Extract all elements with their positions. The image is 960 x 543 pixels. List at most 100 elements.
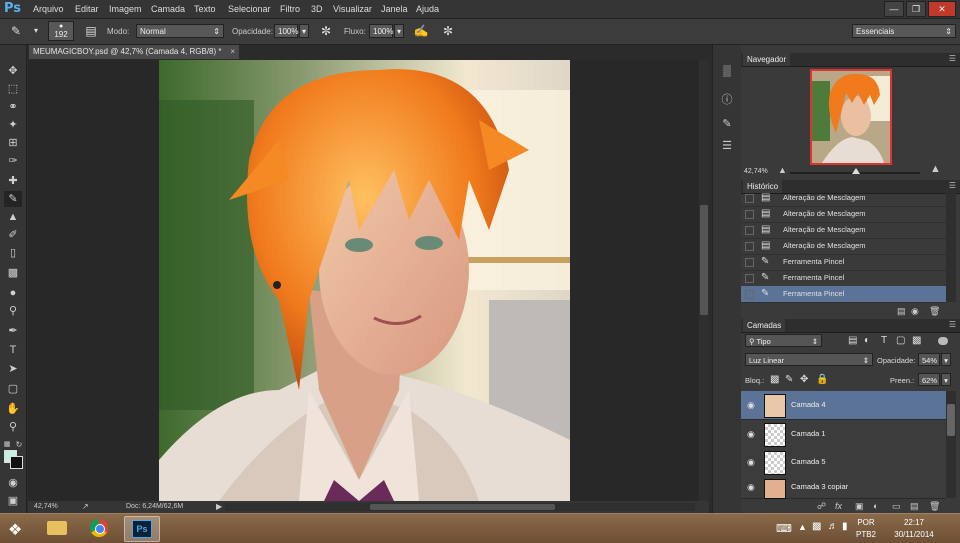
panel-menu-icon[interactable]: ☰ xyxy=(949,320,956,329)
workspace-select[interactable]: Essenciais ⇕ xyxy=(852,24,956,38)
crop-tool-icon[interactable]: ⊞ xyxy=(4,135,22,151)
history-checkbox[interactable] xyxy=(745,210,754,219)
fx-icon[interactable]: fx xyxy=(835,501,842,511)
history-checkbox[interactable] xyxy=(745,194,754,203)
layer-name[interactable]: Camada 1 xyxy=(791,429,826,438)
layer-name[interactable]: Camada 4 xyxy=(791,400,826,409)
pressure-opacity-icon[interactable]: ✼ xyxy=(318,23,334,39)
marquee-tool-icon[interactable]: ⬚ xyxy=(4,81,22,97)
brush-panel-icon[interactable]: ▤ xyxy=(83,23,99,39)
gradient-icon[interactable]: ▩ xyxy=(4,265,22,281)
chevron-down-icon[interactable]: ▾ xyxy=(28,23,44,39)
history-scrollbar[interactable] xyxy=(946,190,956,302)
layer-row[interactable]: ◉ Camada 1 xyxy=(741,420,946,449)
airbrush-icon[interactable]: ✍ xyxy=(413,23,429,39)
blur-tool-icon[interactable]: ● xyxy=(4,285,22,301)
keyboard-icon[interactable]: ⌨ xyxy=(776,522,792,535)
network-icon[interactable]: ▩ xyxy=(812,521,821,532)
type-filter-icon[interactable]: T xyxy=(881,335,887,346)
quick-select-icon[interactable]: ✦ xyxy=(4,117,22,133)
lasso-tool-icon[interactable]: ⚭ xyxy=(4,99,22,115)
lock-all-icon[interactable]: 🔒 xyxy=(816,374,828,385)
flow-input[interactable]: 100% xyxy=(369,24,393,38)
play-arrow-icon[interactable]: ▶ xyxy=(216,502,222,511)
brush-tool-icon[interactable]: ✎ xyxy=(4,191,22,207)
explorer-icon[interactable] xyxy=(40,516,74,540)
pressure-size-icon[interactable]: ✼ xyxy=(440,23,456,39)
type-tool-icon[interactable]: T xyxy=(4,342,22,358)
layer-opacity-input[interactable]: 54% xyxy=(918,353,940,366)
history-checkbox[interactable] xyxy=(745,242,754,251)
visibility-eye-icon[interactable]: ◉ xyxy=(747,400,755,411)
chevron-down-icon[interactable]: ▾ xyxy=(941,353,951,366)
history-item[interactable]: ✎ Ferramenta Pincel xyxy=(741,270,946,287)
history-checkbox[interactable] xyxy=(745,226,754,235)
history-item[interactable]: ✎ Ferramenta Pincel xyxy=(741,254,946,271)
volume-icon[interactable]: ♬ xyxy=(828,521,838,532)
brush-presets-icon[interactable]: ✎ xyxy=(718,117,736,133)
visibility-eye-icon[interactable]: ◉ xyxy=(747,429,755,440)
slider-knob[interactable] xyxy=(852,168,860,174)
adjustment-layer-icon[interactable]: ◐ xyxy=(873,501,878,511)
shape-tool-icon[interactable]: ▢ xyxy=(4,381,22,397)
lock-position-icon[interactable]: ✥ xyxy=(800,374,808,385)
layer-name[interactable]: Camada 3 copiar xyxy=(791,482,848,491)
hand-tool-icon[interactable]: ✋ xyxy=(4,401,22,417)
chrome-icon[interactable] xyxy=(82,516,116,540)
visibility-eye-icon[interactable]: ◉ xyxy=(747,482,755,493)
layer-row-selected[interactable]: ◉ Camada 4 xyxy=(741,391,946,420)
restore-icon[interactable]: ❐ xyxy=(906,1,926,17)
history-checkbox[interactable] xyxy=(745,290,754,299)
layer-name[interactable]: Camada 5 xyxy=(791,457,826,466)
zoom-tool-icon[interactable]: ⚲ xyxy=(4,419,22,435)
share-icon[interactable]: ↗ xyxy=(82,502,89,511)
photoshop-icon[interactable]: Ps xyxy=(124,516,160,542)
chevron-down-icon[interactable]: ▾ xyxy=(394,24,404,38)
menu-imagem[interactable]: Imagem xyxy=(109,4,142,14)
horizontal-scroll-thumb[interactable] xyxy=(370,504,555,510)
lock-transparent-icon[interactable]: ▩ xyxy=(770,374,779,385)
history-checkbox[interactable] xyxy=(745,274,754,283)
navigator-zoom[interactable]: 42,74% xyxy=(744,168,768,175)
history-item-selected[interactable]: ✎ Ferramenta Pincel xyxy=(741,286,946,303)
fill-input[interactable]: 62% xyxy=(918,373,940,386)
minimize-icon[interactable]: — xyxy=(884,1,904,17)
lock-image-icon[interactable]: ✎ xyxy=(785,374,793,385)
layer-row[interactable]: ◉ Camada 3 copiar xyxy=(741,476,946,499)
menu-ajuda[interactable]: Ajuda xyxy=(416,4,439,14)
artwork-canvas[interactable] xyxy=(159,60,570,501)
brush-preset-icon[interactable]: ✎ xyxy=(8,23,24,39)
zoom-out-icon[interactable]: ▲ xyxy=(778,165,787,175)
windows-start-icon[interactable]: ❖ xyxy=(8,520,22,540)
menu-3d[interactable]: 3D xyxy=(311,4,323,14)
opacity-input[interactable]: 100% xyxy=(274,24,298,38)
battery-icon[interactable]: ▮ xyxy=(842,521,848,532)
shape-filter-icon[interactable]: ▢ xyxy=(896,335,905,346)
adjustment-filter-icon[interactable]: ◐ xyxy=(864,335,870,346)
camera-icon[interactable]: ◉ xyxy=(911,306,919,317)
link-layers-icon[interactable]: ☍ xyxy=(817,501,826,512)
mode-select[interactable]: Normal ⇕ xyxy=(136,24,224,38)
healing-brush-icon[interactable]: ✚ xyxy=(4,173,22,189)
sliders-icon[interactable]: ☰ xyxy=(718,139,736,155)
move-tool-icon[interactable]: ✥ xyxy=(4,63,22,79)
trash-icon[interactable]: 🗑 xyxy=(929,501,940,512)
chevron-down-icon[interactable]: ▾ xyxy=(941,373,951,386)
folder-icon[interactable]: ▭ xyxy=(892,501,901,512)
zoom-in-icon[interactable]: ▲ xyxy=(930,163,941,175)
menu-janela[interactable]: Janela xyxy=(381,4,408,14)
menu-arquivo[interactable]: Arquivo xyxy=(33,4,64,14)
menu-selecionar[interactable]: Selecionar xyxy=(228,4,271,14)
history-checkbox[interactable] xyxy=(745,258,754,267)
history-brush-icon[interactable]: ✐ xyxy=(4,227,22,243)
clock-time[interactable]: 22:17 xyxy=(888,518,940,527)
eraser-icon[interactable]: ▯ xyxy=(4,245,22,261)
info-icon[interactable]: ⓘ xyxy=(718,91,736,107)
navigator-title[interactable]: Navegador xyxy=(743,53,791,66)
new-document-from-state-icon[interactable]: ▤ xyxy=(897,306,906,317)
clock-date[interactable]: 30/11/2014 xyxy=(888,530,940,539)
trash-icon[interactable]: 🗑 xyxy=(929,306,940,317)
brush-size-picker[interactable]: ● 192 xyxy=(48,21,74,41)
chevron-up-icon[interactable]: ▲ xyxy=(798,522,807,532)
menu-texto[interactable]: Texto xyxy=(194,4,216,14)
